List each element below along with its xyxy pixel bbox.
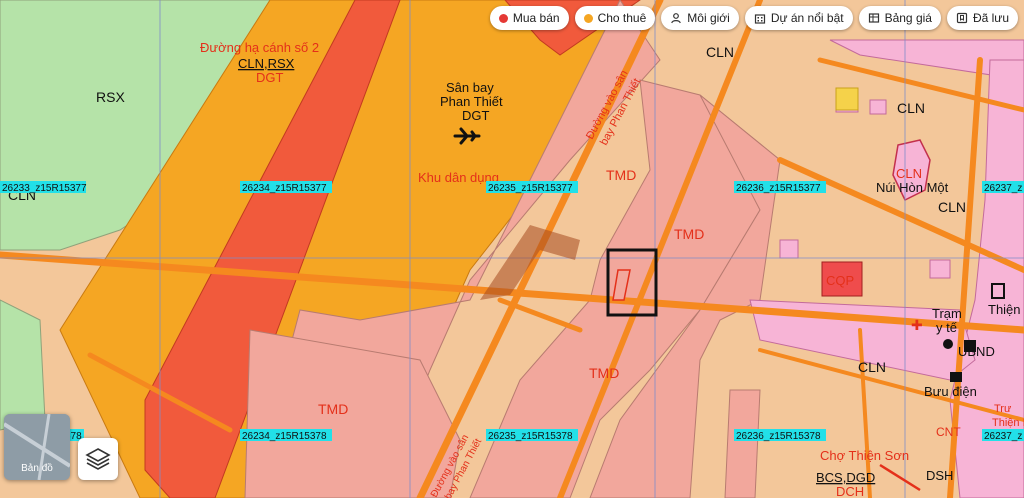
cln-bottom-label: CLN [858, 359, 886, 375]
orange-dot-icon [583, 13, 593, 23]
cln-rsx-label: CLN,RSX [238, 56, 295, 71]
bang-gia-label: Bảng giá [884, 11, 932, 25]
bookmark-icon [956, 12, 968, 24]
du-an-noi-bat-label: Dự án nổi bật [770, 11, 844, 25]
da-luu-button[interactable]: Đã lưu [946, 6, 1018, 30]
table-icon [868, 12, 880, 24]
dsh-label: DSH [926, 468, 953, 483]
airport-label-1: Sân bay [446, 80, 494, 95]
moi-gioi-button[interactable]: Môi giới [661, 6, 739, 30]
top-toolbar: Mua bán Cho thuê Môi giới Dự án nổi bật … [489, 6, 1018, 30]
ubnd-label: UBND [958, 344, 995, 359]
layers-button[interactable] [78, 438, 118, 480]
small-lot [779, 239, 799, 259]
moi-gioi-label: Môi giới [687, 11, 730, 25]
du-an-noi-bat-button[interactable]: Dự án nổi bật [744, 6, 853, 30]
mua-ban-button[interactable]: Mua bán [489, 6, 569, 30]
basemap-label: Bản đồ [21, 463, 53, 474]
health-cross-icon: ✚ [911, 317, 923, 333]
cln-parcel [835, 87, 859, 111]
tmd-top-label: TMD [606, 167, 636, 183]
dch-label: DCH [836, 484, 864, 498]
nui-hon-mot-label: Núi Hòn Một [876, 180, 949, 195]
cln-right-mid-label: CLN [938, 199, 966, 215]
tmd-mid-label: TMD [674, 226, 704, 242]
land-use-map[interactable]: ✚ Đường hạ cánh số 2 CLN,RSX DGT RSX Sân… [0, 0, 1024, 498]
red-dot-icon [498, 13, 508, 23]
airport-dgt-label: DGT [462, 108, 490, 123]
cqp-label: CQP [826, 273, 854, 288]
thien-label: Thiện [988, 302, 1021, 317]
tmd-left-label: TMD [318, 401, 348, 417]
ubnd-marker-icon [943, 339, 953, 349]
dgt-label-left: DGT [256, 70, 284, 85]
building-icon [754, 12, 766, 24]
tmd-zone-strip [724, 389, 761, 498]
buu-dien-label: Bưu điện [924, 384, 977, 399]
cho-thue-button[interactable]: Cho thuê [574, 6, 656, 30]
layers-icon [85, 448, 111, 470]
tmd-center-label: TMD [589, 365, 619, 381]
cln-right-top-label: CLN [897, 100, 925, 116]
airport-label-2: Phan Thiết [440, 94, 503, 109]
cln-top-label: CLN [706, 44, 734, 60]
sheet-label: 26234_z15R15378 [242, 431, 327, 442]
sheet-label: 26234_z15R15377 [242, 183, 327, 194]
basemap-toggle-button[interactable]: Bản đồ [4, 414, 70, 480]
person-icon [670, 12, 682, 24]
bcs-dgd-label: BCS,DGD [816, 470, 875, 485]
da-luu-label: Đã lưu [972, 11, 1009, 25]
sheet-label: 26235_z15R15378 [488, 431, 573, 442]
cnt-label: CNT [936, 425, 961, 439]
rsx-forest-area-2 [0, 299, 46, 431]
cho-thien-son-label: Chợ Thiện Sơn [820, 448, 909, 463]
sheet-label: 26236_z15R15377 [736, 183, 821, 194]
thien-n-label: Thiện N [992, 417, 1024, 429]
rsx-label: RSX [96, 89, 125, 105]
sheet-label: 26236_z15R15378 [736, 431, 821, 442]
small-lot [869, 99, 887, 115]
small-lot [929, 259, 951, 279]
mua-ban-label: Mua bán [512, 11, 560, 25]
truong-label: Trư [994, 403, 1012, 415]
sheet-label: 26233_z15R15377 [2, 183, 87, 194]
sheet-label: 26237_z [984, 183, 1022, 194]
post-office-icon [950, 372, 962, 382]
cho-thue-label: Cho thuê [597, 11, 647, 25]
runway-label: Đường hạ cánh số 2 [200, 40, 319, 55]
tram-label-2: y tế [936, 320, 958, 335]
cln-hill-label: CLN [896, 166, 922, 181]
tram-label-1: Trạm [932, 306, 962, 321]
bang-gia-button[interactable]: Bảng giá [858, 6, 941, 30]
sheet-label: 26235_z15R15377 [488, 183, 573, 194]
sheet-label: 26237_z [984, 431, 1022, 442]
